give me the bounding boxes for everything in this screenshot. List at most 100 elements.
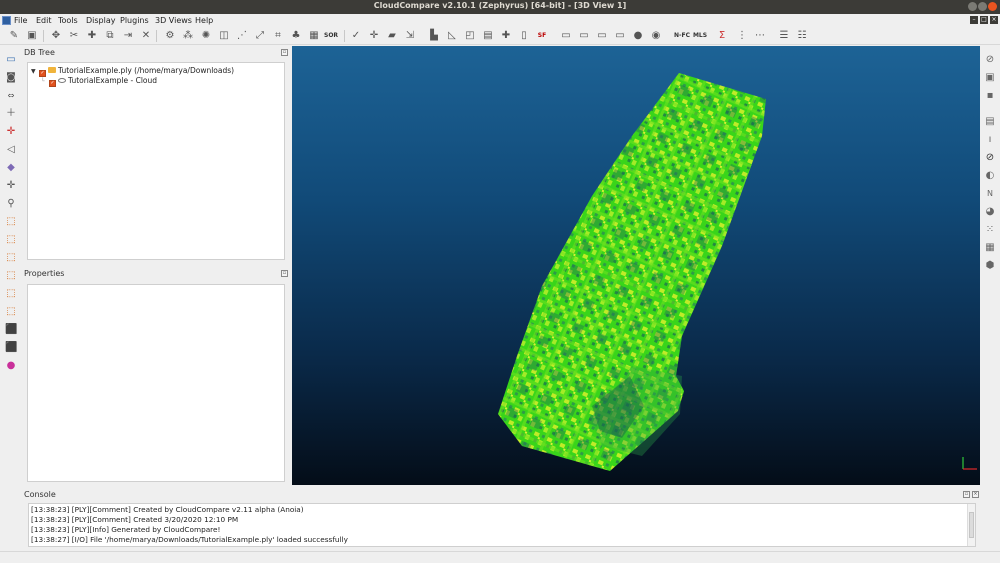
grid-icon[interactable]: ▤ <box>482 30 494 42</box>
right-view-icon[interactable]: ⬚ <box>5 288 17 300</box>
boundary-icon[interactable]: ◰ <box>464 30 476 42</box>
back-view-icon[interactable]: ⬚ <box>5 252 17 264</box>
menu-3d-views[interactable]: 3D Views <box>155 16 192 25</box>
profile-icon[interactable]: ▭ <box>578 30 590 42</box>
left-view-icon[interactable]: ⬚ <box>5 270 17 282</box>
front-view-icon[interactable]: ⬚ <box>5 216 17 228</box>
maximize-button[interactable] <box>978 2 987 11</box>
scrollbar-thumb[interactable] <box>969 512 974 538</box>
clone-icon[interactable]: ⧉ <box>104 30 116 42</box>
mdi-close-icon[interactable]: × <box>990 16 998 24</box>
transform-icon[interactable]: ⇲ <box>404 30 416 42</box>
expand-arrow-icon[interactable]: ▼ <box>31 67 39 77</box>
cross-section-icon[interactable]: ⋮ <box>736 30 748 42</box>
mdi-minimize-icon[interactable]: – <box>970 16 978 24</box>
console-close-icon[interactable]: × <box>972 491 979 498</box>
menu-tools[interactable]: Tools <box>58 16 78 25</box>
subsample-icon[interactable]: ⁂ <box>182 30 194 42</box>
settings-icon[interactable]: ☰ <box>778 30 790 42</box>
open-icon[interactable]: ✎ <box>8 30 20 42</box>
picture-icon[interactable]: ▣ <box>984 72 996 84</box>
export-icon[interactable]: ▯ <box>518 30 530 42</box>
3d-view[interactable] <box>292 46 980 485</box>
console-scrollbar[interactable] <box>967 504 975 546</box>
minimize-button[interactable] <box>968 2 977 11</box>
add-icon[interactable]: ✚ <box>500 30 512 42</box>
normals-icon[interactable]: ✓ <box>350 30 362 42</box>
sor-filter-button[interactable]: SOR <box>324 30 338 42</box>
close-button[interactable] <box>988 2 997 11</box>
normal-fc-button[interactable]: N-FC <box>674 30 690 42</box>
histogram-icon[interactable]: ▙ <box>428 30 440 42</box>
expand-icon[interactable]: ⤢ <box>254 30 266 42</box>
globe-icon[interactable]: ◉ <box>650 30 662 42</box>
light-icon[interactable]: ı <box>984 134 996 146</box>
north-icon[interactable]: N <box>984 188 996 200</box>
perspective-icon[interactable]: ◆ <box>5 162 17 174</box>
render-icon[interactable]: ▦ <box>984 242 996 254</box>
sample-points-icon[interactable]: ⚙ <box>164 30 176 42</box>
comment-icon[interactable]: ◕ <box>984 206 996 218</box>
network-icon[interactable]: ⁙ <box>984 224 996 236</box>
checkbox-icon[interactable]: ✓ <box>49 80 56 87</box>
compass-icon[interactable]: ⊘ <box>984 152 996 164</box>
save-icon[interactable]: ▣ <box>26 30 38 42</box>
move-icon[interactable]: ✛ <box>368 30 380 42</box>
volume-icon[interactable]: ▭ <box>614 30 626 42</box>
scalar-field-button[interactable]: SF <box>535 30 549 42</box>
screen-icon[interactable]: ▭ <box>5 54 17 66</box>
shading-icon[interactable]: ◐ <box>984 170 996 182</box>
color-icon[interactable]: ♣ <box>290 30 302 42</box>
menu-plugins[interactable]: Plugins <box>120 16 149 25</box>
iso1-view-icon[interactable]: ⬛ <box>5 324 17 336</box>
ransac-icon[interactable]: Σ <box>716 30 728 42</box>
compass-plugin-icon[interactable]: ⋯ <box>754 30 766 42</box>
merge-icon[interactable]: ⇥ <box>122 30 134 42</box>
fit-screen-icon[interactable]: ⇔ <box>5 90 17 102</box>
mesh-icon[interactable]: ▭ <box>596 30 608 42</box>
tools-icon[interactable]: ☷ <box>796 30 808 42</box>
pick-point-icon[interactable]: ✚ <box>86 30 98 42</box>
menu-display[interactable]: Display <box>86 16 116 25</box>
tree-item-cloud[interactable]: └ ✓ TutorialExample - Cloud <box>41 76 157 87</box>
properties-panel <box>27 284 285 482</box>
filter-icon[interactable]: ⌗ <box>272 30 284 42</box>
camera-icon[interactable]: ◙ <box>5 72 17 84</box>
menu-help[interactable]: Help <box>195 16 213 25</box>
properties-float-icon[interactable]: ▫ <box>281 270 288 277</box>
film-icon[interactable]: ▤ <box>984 116 996 128</box>
scale-icon[interactable]: ▪ <box>984 90 996 102</box>
pivot-icon[interactable]: ＋ <box>5 108 17 120</box>
crop-icon[interactable]: ◫ <box>218 30 230 42</box>
mdi-restore-icon[interactable]: □ <box>980 16 988 24</box>
checker-icon[interactable]: ▦ <box>308 30 320 42</box>
bottom-view-icon[interactable]: ⬚ <box>5 306 17 318</box>
scatter-icon[interactable]: ⋰ <box>236 30 248 42</box>
layers-icon[interactable]: ▭ <box>560 30 572 42</box>
plane-icon[interactable]: ▰ <box>386 30 398 42</box>
segment-icon[interactable]: ✂ <box>68 30 80 42</box>
menu-file[interactable]: File <box>14 16 27 25</box>
no-entry-icon[interactable]: ⊘ <box>984 54 996 66</box>
iso2-view-icon[interactable]: ⬛ <box>5 342 17 354</box>
density-icon[interactable]: ✺ <box>200 30 212 42</box>
console-float-icon[interactable]: ▫ <box>963 491 970 498</box>
rotation-icon[interactable]: ✛ <box>5 180 17 192</box>
translate-rotate-icon[interactable]: ✥ <box>50 30 62 42</box>
pivot-center-icon[interactable]: ✛ <box>5 126 17 138</box>
tree-item-file[interactable]: ▼ ✓ TutorialExample.ply (/home/marya/Downl… <box>31 66 235 77</box>
camera-link-icon[interactable]: ◁ <box>5 144 17 156</box>
console-title: Console <box>24 490 56 499</box>
stereo-icon[interactable]: ● <box>5 360 17 372</box>
sphere-icon[interactable]: ● <box>632 30 644 42</box>
tree-item-label: TutorialExample.ply (/home/marya/Downloa… <box>58 66 235 75</box>
top-view-icon[interactable]: ⬚ <box>5 234 17 246</box>
zoom-icon[interactable]: ⚲ <box>5 198 17 210</box>
gradient-icon[interactable]: ◺ <box>446 30 458 42</box>
folder-icon <box>48 67 56 73</box>
menu-edit[interactable]: Edit <box>36 16 52 25</box>
mls-button[interactable]: MLS <box>692 30 708 42</box>
db-tree-float-icon[interactable]: ▫ <box>281 49 288 56</box>
polygon-icon[interactable]: ⬢ <box>984 260 996 272</box>
delete-icon[interactable]: ✕ <box>140 30 152 42</box>
